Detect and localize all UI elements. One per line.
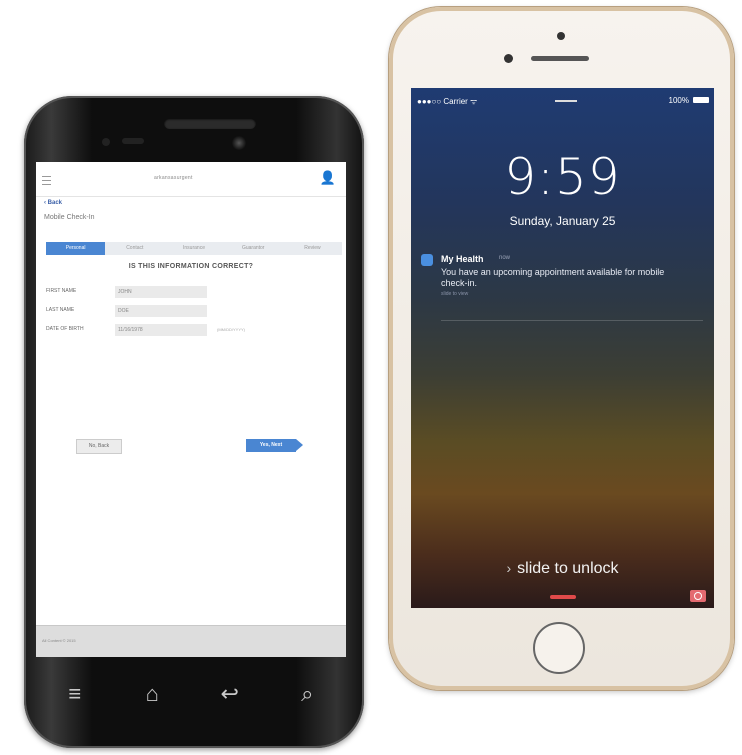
home-key-icon[interactable]: ⌂ — [132, 681, 172, 707]
iphone: ●●●○○ Carrier ᯤ 100% 9:59 Sunday, Januar… — [389, 7, 734, 690]
battery-percent: 100% — [668, 96, 689, 105]
no-back-button[interactable]: No, Back — [76, 439, 122, 454]
search-key-icon[interactable]: ⌕ — [287, 681, 327, 707]
clock: 9:59 — [504, 148, 621, 206]
app-logo: arkansasurgent — [154, 175, 193, 181]
app-header: arkansasurgent 👤 — [36, 162, 346, 197]
date: Sunday, January 25 — [509, 214, 616, 228]
notification-time: now — [499, 255, 511, 261]
app-footer: All Content © 2015 — [36, 625, 346, 657]
status-dash — [555, 100, 577, 102]
menu-icon[interactable] — [42, 176, 51, 185]
chevron-right-icon: › — [506, 560, 512, 576]
notification-hint: slide to view — [441, 291, 469, 297]
android-nav-bar: ≡ ⌂ ↩ ⌕ — [36, 668, 346, 720]
step-review[interactable]: Review — [283, 242, 342, 255]
proximity-sensor — [504, 54, 513, 63]
slide-label: slide to unlock — [517, 560, 619, 577]
yes-next-button[interactable]: Yes, Next — [246, 439, 303, 452]
last-name-field[interactable]: DOE — [115, 305, 207, 317]
android-phone: arkansasurgent 👤 ‹ Back Mobile Check-In … — [24, 96, 364, 748]
proximity-sensor — [102, 138, 110, 146]
carrier-label: ●●●○○ Carrier ᯤ — [417, 97, 478, 106]
home-button[interactable] — [533, 622, 585, 674]
menu-key-icon[interactable]: ≡ — [55, 681, 95, 707]
light-sensor — [122, 138, 144, 144]
step-insurance[interactable]: Insurance — [164, 242, 223, 255]
first-name-field[interactable]: JOHN — [115, 286, 207, 298]
divider — [441, 320, 703, 321]
confirm-question: IS THIS INFORMATION CORRECT? — [128, 263, 254, 270]
step-guarantor[interactable]: Guarantor — [224, 242, 283, 255]
notification[interactable]: My Health now You have an upcoming appoi… — [421, 250, 706, 321]
page-title: Mobile Check-In — [44, 214, 95, 221]
android-screen: arkansasurgent 👤 ‹ Back Mobile Check-In … — [36, 162, 346, 657]
back-link[interactable]: ‹ Back — [44, 200, 62, 206]
status-bar: ●●●○○ Carrier ᯤ 100% — [417, 96, 709, 106]
lock-screen: ●●●○○ Carrier ᯤ 100% 9:59 Sunday, Januar… — [411, 88, 714, 608]
last-name-label: LAST NAME — [46, 307, 75, 313]
back-key-icon[interactable]: ↩ — [210, 681, 250, 707]
front-camera-icon — [557, 32, 565, 40]
front-camera-icon — [232, 136, 246, 150]
slide-to-unlock[interactable]: › slide to unlock — [411, 560, 714, 578]
battery-icon — [693, 97, 709, 103]
step-contact[interactable]: Contact — [105, 242, 164, 255]
step-personal[interactable]: Personal — [46, 242, 106, 255]
app-icon — [421, 254, 433, 266]
dob-format-hint: (MM/DD/YYYY) — [217, 327, 245, 332]
notification-body: You have an upcoming appointment availab… — [441, 267, 665, 288]
notification-title: My Health — [441, 254, 484, 264]
earpiece — [164, 118, 256, 129]
dob-field[interactable]: 11/16/1978 — [115, 324, 207, 336]
earpiece — [531, 56, 589, 61]
control-center-grabber[interactable] — [550, 595, 576, 599]
footer-text: All Content © 2015 — [42, 638, 76, 643]
camera-icon[interactable] — [690, 590, 706, 602]
dob-label: DATE OF BIRTH — [46, 326, 84, 332]
user-icon[interactable]: 👤 — [320, 170, 336, 186]
step-progress: Personal Contact Insurance Guarantor Rev… — [46, 242, 342, 255]
first-name-label: FIRST NAME — [46, 288, 77, 294]
